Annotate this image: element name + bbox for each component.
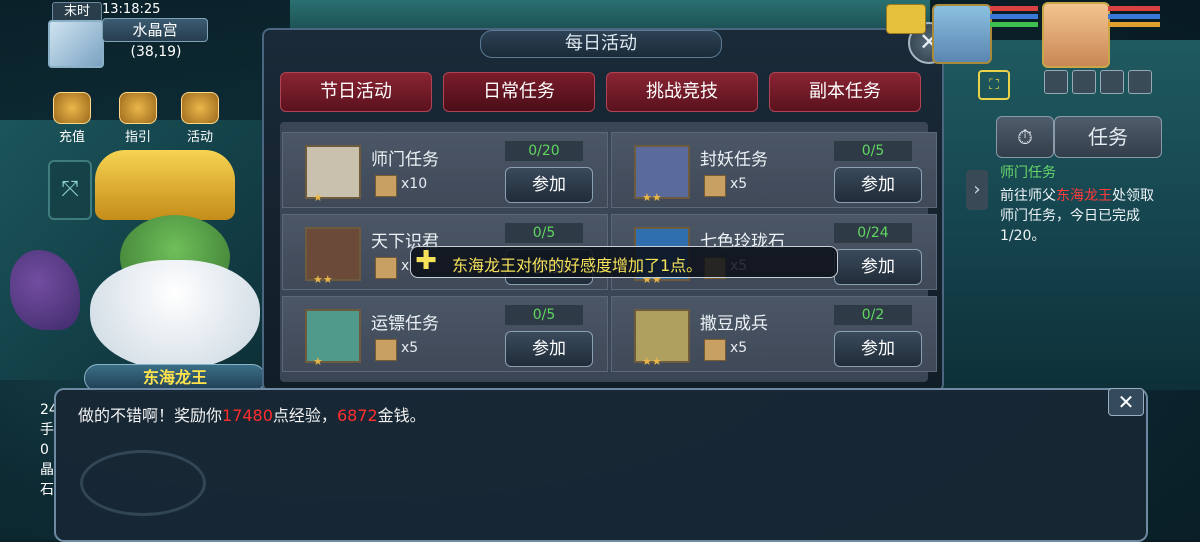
fullscreen-icon[interactable]: ⛶ bbox=[978, 70, 1010, 100]
activity-label: 活动 bbox=[186, 130, 213, 145]
task-stars: ★★ bbox=[642, 355, 662, 368]
minimap-icon[interactable] bbox=[48, 20, 104, 68]
guide-label: 指引 bbox=[124, 130, 151, 145]
task-reward: x bbox=[401, 258, 410, 274]
reward-item-icon bbox=[375, 339, 397, 361]
tab-challenge[interactable]: 挑战竞技 bbox=[606, 72, 758, 112]
task-reward: x5 bbox=[730, 176, 748, 192]
join-button[interactable]: 参加 bbox=[505, 167, 593, 203]
task-card: ★★ 封妖任务 x5 0/5 参加 bbox=[611, 132, 937, 208]
clock-text: 13:18:25 bbox=[102, 2, 161, 17]
task-progress: 0/24 bbox=[834, 223, 912, 243]
npc-beard bbox=[90, 260, 260, 370]
tracker-task-desc[interactable]: 前往师父东海龙王处领取师门任务，今日已完成1/20。 bbox=[1000, 186, 1160, 246]
expand-arrows-icon[interactable]: ⤧ bbox=[48, 160, 92, 220]
buff-slot-icon[interactable] bbox=[1044, 70, 1068, 94]
task-stars: ★★ bbox=[642, 191, 662, 204]
task-progress: 0/5 bbox=[505, 223, 583, 243]
task-title: 师门任务 bbox=[371, 150, 439, 170]
task-title: 撒豆成兵 bbox=[700, 314, 768, 334]
tab-dungeon[interactable]: 副本任务 bbox=[769, 72, 921, 112]
activity-button[interactable]: 活动 bbox=[178, 92, 222, 145]
dialog-exp-suffix: 点经验， bbox=[272, 406, 337, 425]
chevron-right-icon[interactable]: › bbox=[966, 170, 988, 210]
dialog-exp-value: 17480 bbox=[222, 406, 273, 425]
task-card: ★ 师门任务 x10 0/20 参加 bbox=[282, 132, 608, 208]
tab-daily[interactable]: 日常任务 bbox=[443, 72, 595, 112]
reward-item-icon bbox=[704, 339, 726, 361]
npc-crown bbox=[95, 150, 235, 220]
notification-text: 东海龙王对你的好感度增加了1点。 bbox=[452, 256, 703, 275]
reward-item-icon bbox=[375, 175, 397, 197]
ally-avatar[interactable] bbox=[932, 4, 992, 64]
player-anger-bar bbox=[1108, 22, 1160, 27]
task-card: ★★ 撒豆成兵 x5 0/2 参加 bbox=[611, 296, 937, 372]
time-period-label: 末时 bbox=[52, 2, 102, 22]
task-progress: 0/5 bbox=[505, 305, 583, 325]
plus-icon: ✚ bbox=[415, 246, 437, 276]
ally-mp-bar bbox=[990, 14, 1038, 19]
player-mp-bar bbox=[1108, 14, 1160, 19]
scroll-question-icon bbox=[119, 92, 157, 124]
panel-title: 每日活动 bbox=[480, 30, 722, 58]
task-tracker-button[interactable]: 任务 bbox=[1054, 116, 1162, 158]
recharge-button[interactable]: 充值 bbox=[50, 92, 94, 145]
task-title: 运镖任务 bbox=[371, 314, 439, 334]
join-button[interactable]: 参加 bbox=[834, 249, 922, 285]
task-stars: ★ bbox=[313, 355, 323, 368]
buff-slot-icon[interactable] bbox=[1128, 70, 1152, 94]
task-title: 封妖任务 bbox=[700, 150, 768, 170]
tracker-task-title[interactable]: 师门任务 bbox=[1000, 162, 1056, 182]
join-button[interactable]: 参加 bbox=[834, 167, 922, 203]
gong-icon bbox=[181, 92, 219, 124]
reward-item-icon bbox=[375, 257, 397, 279]
guide-button[interactable]: 指引 bbox=[116, 92, 160, 145]
ally-exp-bar bbox=[990, 22, 1038, 27]
task-reward: x5 bbox=[401, 340, 419, 356]
dialog-money-suffix: 金钱。 bbox=[377, 406, 426, 425]
pet-avatar[interactable] bbox=[886, 4, 926, 34]
player-avatar[interactable] bbox=[1042, 2, 1110, 68]
task-progress: 0/2 bbox=[834, 305, 912, 325]
close-icon[interactable]: ✕ bbox=[1108, 388, 1144, 416]
player-hp-bar bbox=[1108, 6, 1160, 11]
task-progress: 0/5 bbox=[834, 141, 912, 161]
recharge-label: 充值 bbox=[58, 130, 85, 145]
task-stars: ★★ bbox=[313, 273, 333, 286]
task-card: ★ 运镖任务 x5 0/5 参加 bbox=[282, 296, 608, 372]
chest-icon bbox=[53, 92, 91, 124]
buff-slot-icon[interactable] bbox=[1072, 70, 1096, 94]
tracker-npc-link[interactable]: 东海龙王 bbox=[1056, 188, 1112, 204]
location-coords: (38,19) bbox=[130, 44, 182, 60]
tracker-text-before: 前往师父 bbox=[1000, 188, 1056, 204]
timer-icon[interactable]: ⏱ bbox=[996, 116, 1054, 158]
location-name[interactable]: 水晶宫 bbox=[102, 18, 208, 42]
task-reward: x5 bbox=[730, 340, 748, 356]
buff-slot-icon[interactable] bbox=[1100, 70, 1124, 94]
join-button[interactable]: 参加 bbox=[505, 331, 593, 367]
task-progress: 0/20 bbox=[505, 141, 583, 161]
ally-hp-bar bbox=[990, 6, 1038, 11]
task-stars: ★ bbox=[313, 191, 323, 204]
tab-festival[interactable]: 节日活动 bbox=[280, 72, 432, 112]
dialog-prefix: 做的不错啊！奖励你 bbox=[78, 406, 223, 425]
dialog-text: 做的不错啊！奖励你17480点经验，6872金钱。 bbox=[78, 402, 426, 426]
cloud-swirl-decoration bbox=[80, 450, 206, 516]
task-reward: x10 bbox=[401, 176, 428, 192]
join-button[interactable]: 参加 bbox=[834, 331, 922, 367]
reward-item-icon bbox=[704, 175, 726, 197]
dialog-money-value: 6872 bbox=[336, 406, 378, 425]
